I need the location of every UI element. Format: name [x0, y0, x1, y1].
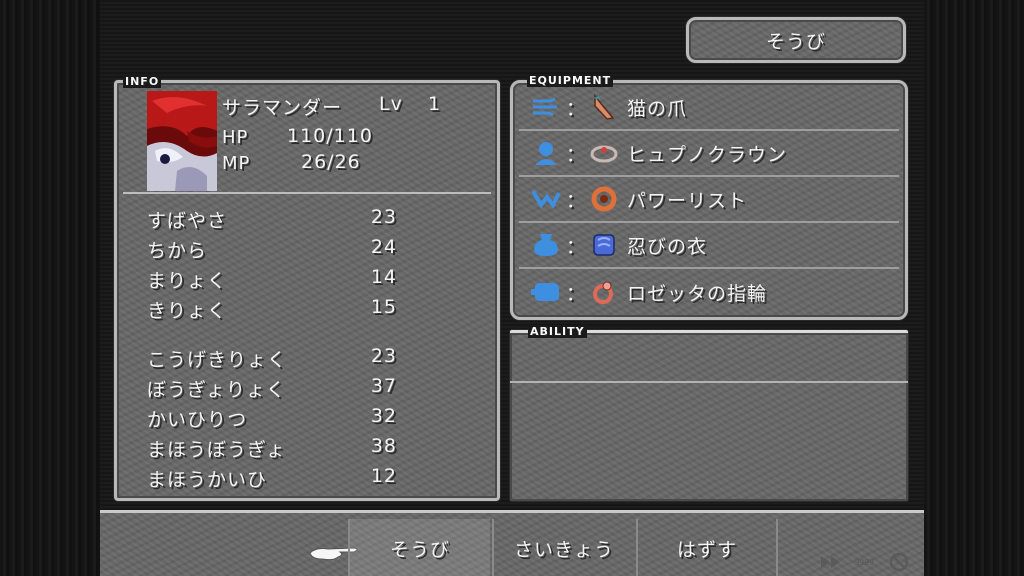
ring-icon	[589, 277, 619, 307]
arm-icon	[529, 182, 563, 216]
ability-panel: ABILITY	[510, 325, 908, 501]
stat-label: まほうかいひ	[147, 469, 268, 491]
hp-label: HP	[222, 127, 249, 148]
claw-icon	[589, 92, 619, 122]
garment-icon	[589, 230, 619, 260]
left-border	[0, 0, 100, 576]
command-bar: そうび さいきょう はずす 9999	[100, 510, 924, 576]
colon: ：	[565, 143, 586, 166]
fast-forward-icon[interactable]	[820, 556, 841, 568]
equipment-slot-weapon[interactable]: ： 猫の爪	[519, 85, 899, 131]
character-name: サラマンダー	[222, 97, 343, 119]
command-label: さいきょう	[513, 538, 614, 561]
stat-value: 24	[370, 236, 397, 258]
weapon-icon	[529, 90, 563, 124]
stat-row: まりょく 14	[147, 266, 397, 293]
bracelet-icon	[589, 184, 619, 214]
stat-value: 32	[370, 405, 397, 427]
level-value: 1	[428, 93, 442, 115]
stat-row: すばやさ 23	[147, 206, 397, 233]
stat-label: まりょく	[147, 270, 228, 292]
counter-text[interactable]: 9999	[855, 558, 874, 567]
stat-row: かいひりつ 32	[147, 405, 397, 432]
info-panel: INFO サラマンダー Lv 1 HP 110/110 MP 26/26 すばや…	[114, 75, 500, 501]
colon: ：	[565, 235, 586, 258]
colon: ：	[565, 282, 586, 305]
stat-row: きりょく 15	[147, 296, 397, 323]
head-icon	[529, 136, 563, 170]
stat-row: こうげきりょく 23	[147, 345, 397, 372]
stat-label: こうげきりょく	[147, 349, 288, 371]
equipment-item-name: ロゼッタの指輪	[627, 282, 768, 305]
stat-row: ぼうぎょりょく 37	[147, 375, 397, 402]
ability-row	[510, 333, 908, 383]
equipment-panel: EQUIPMENT ： 猫の爪 ： ヒュプノクラウン ： パワーリスト ： 忍び…	[510, 74, 908, 320]
stat-label: きりょく	[147, 300, 228, 322]
equipment-slot-body[interactable]: ： 忍びの衣	[519, 223, 899, 269]
stat-row: まほうかいひ 12	[147, 465, 397, 492]
equipment-slot-arm[interactable]: ： パワーリスト	[519, 177, 899, 223]
stat-row: ちから 24	[147, 236, 397, 263]
equipment-item-name: 忍びの衣	[627, 235, 708, 258]
stat-label: まほうぼうぎょ	[147, 439, 287, 461]
equipment-item-name: ヒュプノクラウン	[627, 143, 788, 166]
colon: ：	[565, 189, 586, 212]
circlet-icon	[589, 138, 619, 168]
character-portrait	[147, 91, 217, 191]
menu-title: そうび	[686, 17, 906, 63]
stat-value: 23	[370, 345, 397, 367]
command-remove-button[interactable]: はずす	[636, 519, 778, 576]
stat-label: ちから	[147, 240, 208, 262]
system-icons: 9999	[820, 551, 910, 573]
colon: ：	[565, 97, 586, 120]
stat-label: ぼうぎょりょく	[147, 379, 287, 401]
stat-label: すばやさ	[147, 210, 228, 232]
equipment-slot-accessory[interactable]: ： ロゼッタの指輪	[519, 269, 899, 315]
equipment-item-name: 猫の爪	[627, 97, 688, 120]
menu-title-label: そうび	[765, 30, 826, 53]
stat-value: 23	[370, 206, 397, 228]
stat-label: かいひりつ	[147, 409, 248, 431]
stat-value: 38	[370, 435, 397, 457]
info-divider	[123, 192, 491, 194]
mp-value: 26/26	[301, 151, 361, 173]
command-label: そうび	[389, 538, 450, 561]
no-encounter-icon[interactable]	[888, 551, 910, 573]
command-optimize-button[interactable]: さいきょう	[492, 519, 634, 576]
right-border	[924, 0, 1024, 576]
info-tag: INFO	[123, 75, 162, 88]
equip-screen: そうび INFO サラマンダー Lv 1 HP 110/110 MP 26/26	[100, 0, 924, 576]
stat-value: 14	[370, 266, 397, 288]
level-label: Lv	[379, 93, 403, 115]
stat-row: まほうぼうぎょ 38	[147, 435, 397, 462]
command-label: はずす	[676, 538, 737, 561]
stat-value: 12	[370, 465, 397, 487]
body-icon	[529, 228, 563, 262]
stat-value: 37	[370, 375, 397, 397]
command-equip-button[interactable]: そうび	[348, 519, 490, 576]
hp-value: 110/110	[287, 125, 373, 147]
equipment-item-name: パワーリスト	[627, 189, 748, 212]
accessory-icon	[529, 275, 563, 309]
stat-value: 15	[370, 296, 397, 318]
mp-label: MP	[222, 153, 251, 174]
equipment-slot-head[interactable]: ： ヒュプノクラウン	[519, 131, 899, 177]
